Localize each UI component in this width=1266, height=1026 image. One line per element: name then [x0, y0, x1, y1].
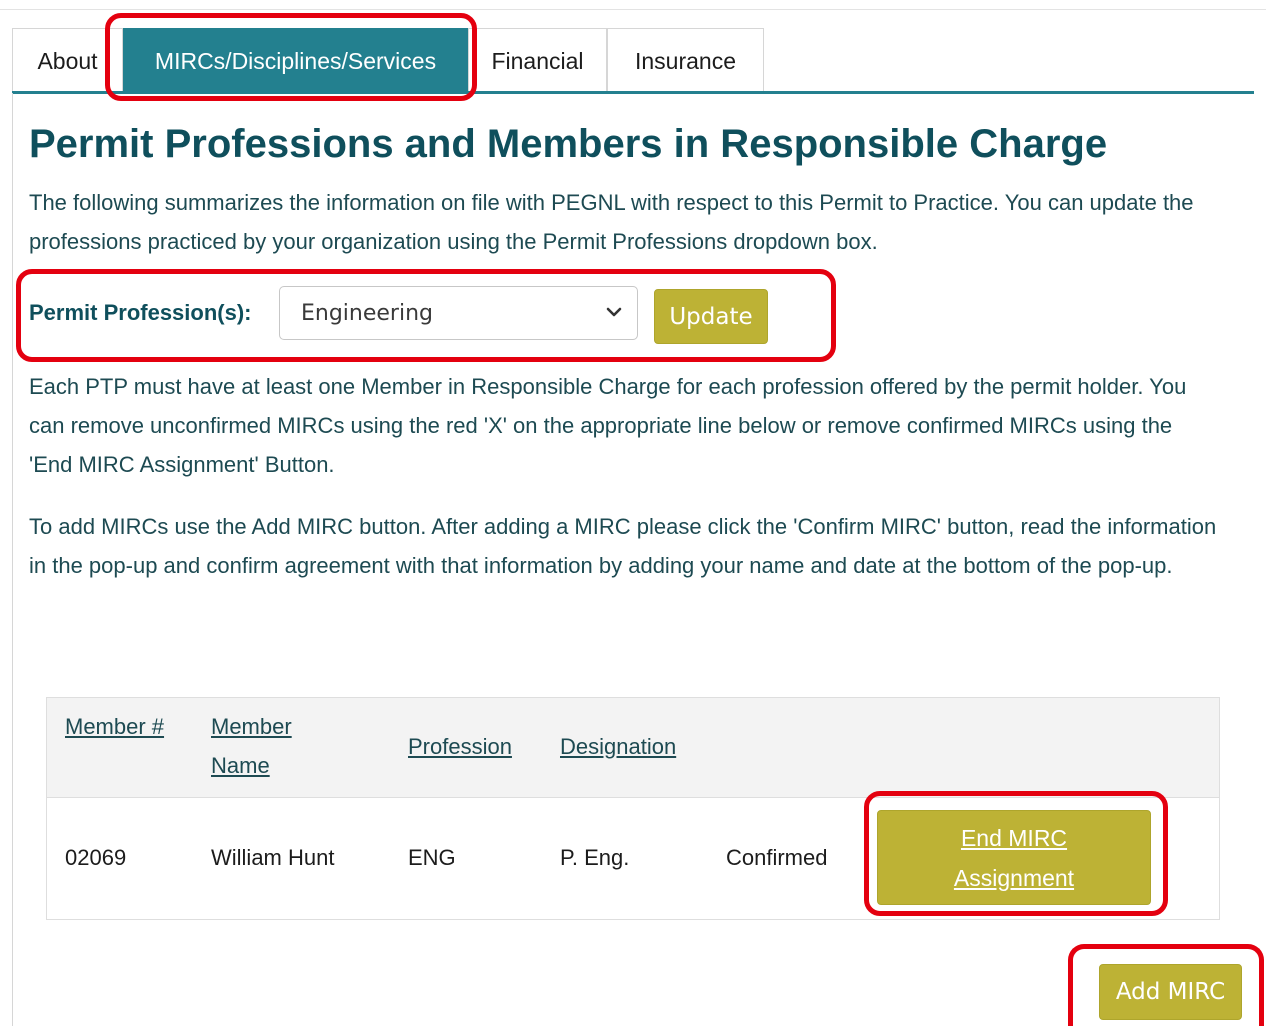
mirc-requirement-text: Each PTP must have at least one Member i… [29, 374, 1187, 477]
cell-status: Confirmed [726, 845, 828, 870]
add-mirc-instructions: To add MIRCs use the Add MIRC button. Af… [29, 514, 1217, 578]
column-header-profession[interactable]: Profession [408, 727, 512, 766]
page-title: Permit Professions and Members in Respon… [29, 122, 1108, 166]
add-mirc-button[interactable]: Add MIRC [1099, 964, 1242, 1020]
column-header-member-name[interactable]: Member Name [211, 707, 331, 785]
column-header-designation[interactable]: Designation [560, 727, 676, 766]
end-mirc-assignment-label: End MIRC Assignment [953, 824, 1075, 891]
tab-financial[interactable]: Financial [468, 28, 607, 93]
chevron-down-icon [606, 307, 622, 317]
tab-bar: About MIRCs/Disciplines/Services Financi… [12, 28, 764, 93]
cell-designation: P. Eng. [560, 845, 630, 870]
permit-profession-value: Engineering [301, 300, 433, 326]
tab-underline [12, 91, 1254, 94]
cell-member-number: 02069 [65, 845, 127, 870]
tab-mircs-disciplines-services[interactable]: MIRCs/Disciplines/Services [123, 28, 468, 93]
cell-profession: ENG [408, 845, 456, 870]
end-mirc-assignment-button[interactable]: End MIRC Assignment [877, 810, 1151, 905]
cell-member-name: William Hunt [211, 845, 335, 870]
table-header: Member # Member Name Profession Designat… [47, 698, 1219, 798]
permit-profession-select[interactable]: Engineering [279, 286, 638, 340]
tab-about[interactable]: About [12, 28, 123, 93]
content-left-border [12, 93, 13, 1026]
tab-insurance[interactable]: Insurance [607, 28, 764, 93]
column-header-member-number[interactable]: Member # [65, 707, 165, 746]
update-button[interactable]: Update [654, 289, 768, 344]
permit-profession-label: Permit Profession(s): [29, 300, 252, 325]
top-divider [0, 9, 1266, 10]
intro-text: The following summarizes the information… [29, 190, 1194, 254]
